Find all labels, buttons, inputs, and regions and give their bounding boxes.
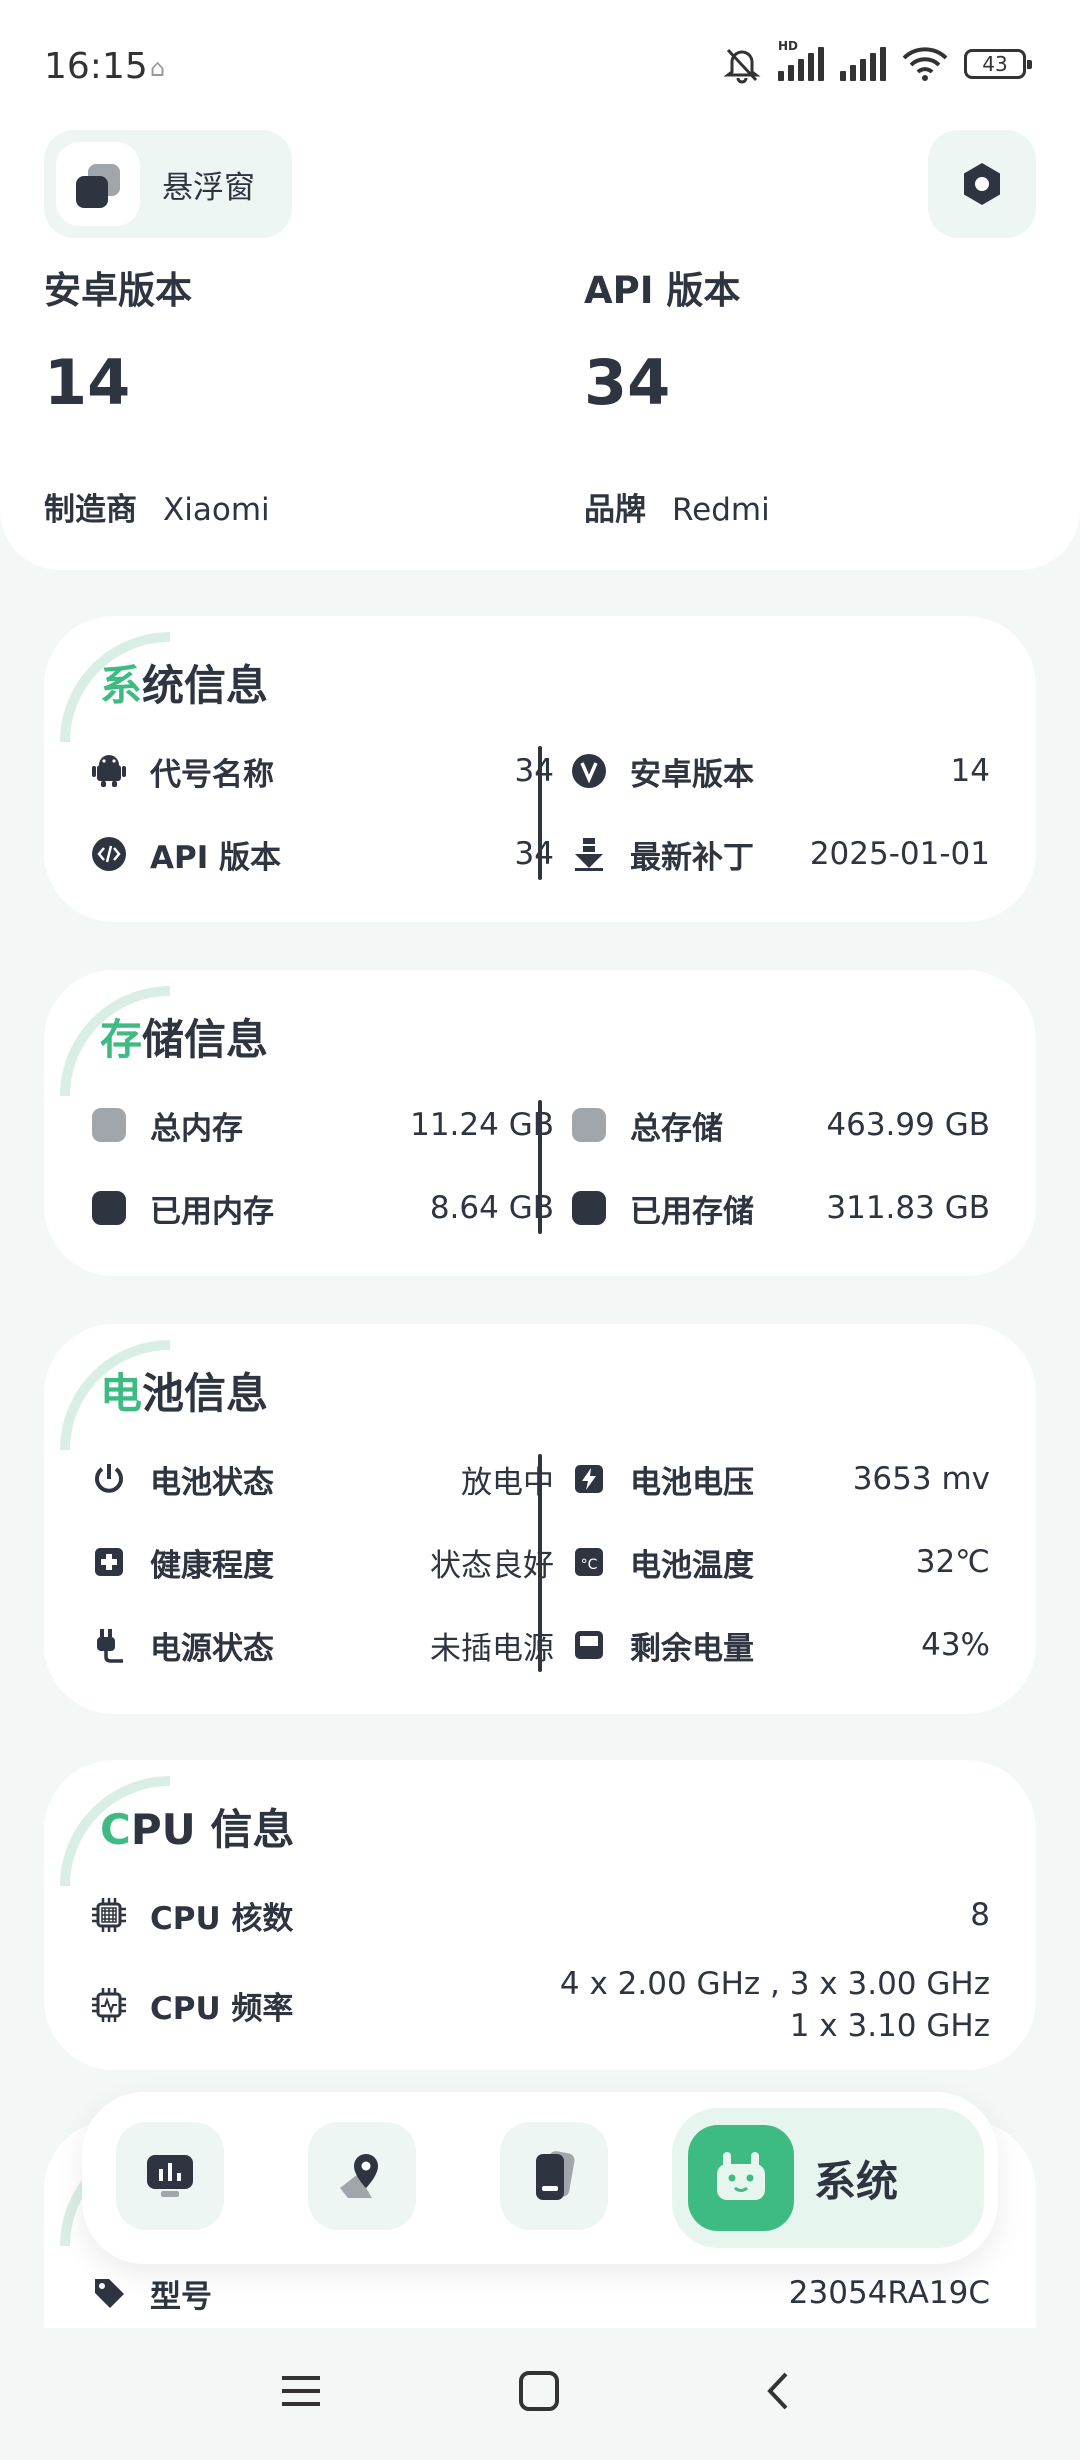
plug-icon [90, 1626, 128, 1664]
settings-button[interactable] [928, 130, 1036, 238]
settings-hexagon-icon [964, 163, 1000, 205]
manufacturer-value: Xiaomi [163, 492, 270, 528]
nav-device-button[interactable] [500, 2122, 608, 2230]
cpu-frequency-line-1: 4 x 2.00 GHz , 3 x 3.00 GHz [559, 1966, 990, 2002]
total-storage-swatch [570, 1106, 608, 1144]
download-icon [570, 835, 608, 873]
signal-icon-1: HD [778, 39, 824, 81]
wifi-icon [902, 47, 948, 81]
battery-health-row: 健康程度 状态良好 [90, 1537, 554, 1587]
total-storage-row: 总存储 463.99 GB [570, 1100, 990, 1150]
power-icon [90, 1460, 128, 1498]
column-divider [538, 1454, 542, 1672]
model-row: 型号 23054RA19C [90, 2268, 990, 2318]
used-memory-row: 已用内存 8.64 GB [90, 1183, 554, 1233]
used-storage-row: 已用存储 311.83 GB [570, 1183, 990, 1233]
voltage-icon [570, 1460, 608, 1498]
location-icon [340, 2154, 378, 2198]
nav-system-button[interactable]: 系统 [672, 2108, 984, 2248]
battery-voltage-row: 电池电压 3653 mv [570, 1454, 990, 1504]
power-source-row: 电源状态 未插电源 [90, 1620, 554, 1670]
battery-status-row: 电池状态 放电中 [90, 1454, 554, 1504]
android-version-row: 安卓版本 14 [570, 746, 990, 796]
bottom-navigation: 系统 [82, 2092, 998, 2264]
android-version-value: 14 [44, 346, 131, 419]
home-icon[interactable] [516, 2368, 562, 2414]
used-storage-swatch [570, 1189, 608, 1227]
silent-bell-icon [723, 48, 761, 84]
battery-info-card: 电池信息 电池状态 放电中 健康程度 状态良好 电源状态 未插电源 电池电压 3… [44, 1324, 1036, 1714]
cpu-frequency-value: 4 x 2.00 GHz , 3 x 3.00 GHz 1 x 3.10 GHz [560, 1963, 990, 2047]
cpu-frequency-row: CPU 频率 4 x 2.00 GHz , 3 x 3.00 GHz 1 x 3… [90, 1960, 990, 2050]
nav-system-label: 系统 [814, 2156, 899, 2206]
nav-monitor-button[interactable] [116, 2122, 224, 2230]
code-icon [90, 835, 128, 873]
manufacturer-row: 制造商 Xiaomi [44, 484, 270, 529]
cpu-info-title: CPU 信息 [100, 1805, 295, 1854]
manufacturer-label: 制造商 [44, 492, 137, 528]
status-time: 16:15 [44, 46, 148, 87]
api-version-label: API 版本 [584, 269, 741, 312]
back-icon[interactable] [756, 2368, 802, 2414]
floating-window-button[interactable]: 悬浮窗 [44, 130, 292, 238]
total-memory-swatch [90, 1106, 128, 1144]
android-version-label: 安卓版本 [44, 269, 192, 312]
column-divider [538, 746, 542, 880]
chip-icon [90, 1896, 128, 1934]
brand-value: Redmi [672, 492, 770, 528]
cpu-frequency-line-2: 1 x 3.10 GHz [789, 2008, 990, 2044]
svg-text:°C: °C [581, 1557, 598, 1573]
system-navigation-bar [0, 2328, 1080, 2460]
signal-icon-2 [840, 47, 886, 81]
header-card: 悬浮窗 安卓版本 14 制造商 Xiaomi API 版本 34 品牌 Redmi [0, 100, 1080, 570]
temperature-icon: °C [570, 1543, 608, 1581]
system-info-title: 系统信息 [100, 661, 269, 710]
recent-apps-icon[interactable] [278, 2368, 324, 2414]
battery-level-icon [570, 1626, 608, 1664]
tag-icon [90, 2274, 128, 2312]
device-icon [536, 2151, 575, 2200]
floating-window-icon [56, 142, 140, 226]
security-patch-row: 最新补丁 2025-01-01 [570, 829, 990, 879]
api-version-row: API 版本 34 [90, 829, 554, 879]
brand-label: 品牌 [584, 492, 646, 528]
used-memory-swatch [90, 1189, 128, 1227]
battery-indicator: 43 [964, 49, 1032, 79]
battery-temperature-row: °C 电池温度 32℃ [570, 1537, 990, 1587]
notification-icon: ⌂ [150, 54, 166, 82]
storage-info-title: 存储信息 [100, 1015, 269, 1064]
cpu-info-card: CPU 信息 CPU 核数 8 CPU 频率 4 x 2.00 GHz , 3 … [44, 1760, 1036, 2070]
total-memory-row: 总内存 11.24 GB [90, 1100, 554, 1150]
status-icons: HD 43 [722, 39, 1032, 84]
hd-badge: HD [778, 39, 799, 53]
column-divider [538, 1100, 542, 1234]
system-robot-icon [688, 2125, 794, 2231]
battery-level-row: 剩余电量 43% [570, 1620, 990, 1670]
monitor-icon [147, 2155, 193, 2197]
codename-row: 代号名称 34 [90, 746, 554, 796]
api-version-value: 34 [584, 346, 671, 419]
battery-info-title: 电池信息 [100, 1369, 269, 1418]
storage-info-card: 存储信息 总内存 11.24 GB 已用内存 8.64 GB 总存储 463.9… [44, 970, 1036, 1276]
brand-row: 品牌 Redmi [584, 484, 770, 529]
nav-location-button[interactable] [308, 2122, 416, 2230]
cpu-frequency-icon [90, 1986, 128, 2024]
health-icon [90, 1543, 128, 1581]
android-icon [90, 752, 128, 790]
floating-window-label: 悬浮窗 [162, 169, 255, 206]
system-info-card: 系统信息 代号名称 34 API 版本 34 安卓版本 14 最新补丁 2025… [44, 616, 1036, 922]
v-icon [570, 752, 608, 790]
cpu-cores-row: CPU 核数 8 [90, 1890, 990, 1940]
